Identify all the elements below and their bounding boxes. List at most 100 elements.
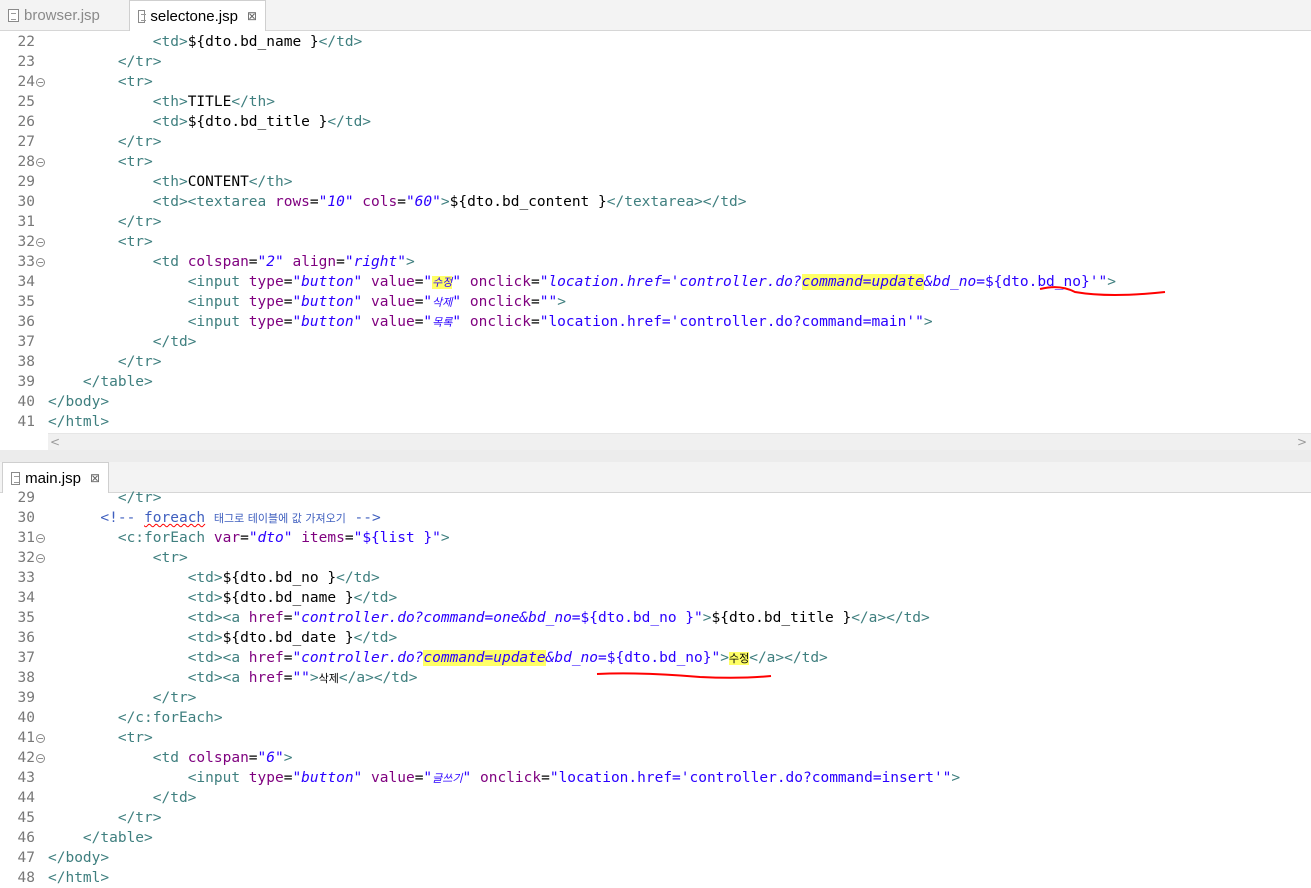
code-line[interactable]: 36 <td>${dto.bd_date }</td> — [0, 628, 1311, 648]
code-line[interactable]: 32− <tr> — [0, 232, 1311, 252]
bottom-code-editor[interactable]: 29 </tr> 30 <!-- foreach 태그로 테이블에 값 가져오기 … — [0, 488, 1311, 888]
code-line[interactable]: 35 <td><a href="controller.do?command=on… — [0, 608, 1311, 628]
line-number: 33 — [17, 570, 35, 586]
code-text: <td><a href="controller.do?command=updat… — [48, 648, 828, 669]
code-token: <tr> — [117, 74, 153, 90]
code-line[interactable]: 40 </c:forEach> — [0, 708, 1311, 728]
code-token: rows — [274, 194, 310, 210]
code-token: > — [702, 610, 712, 626]
code-token: " — [694, 610, 703, 626]
code-line[interactable]: 38 <td><a href="">삭제</a></td> — [0, 668, 1311, 688]
code-line[interactable]: 47 </body> — [0, 848, 1311, 868]
code-line[interactable]: 43 <input type="button" value="글쓰기" oncl… — [0, 768, 1311, 788]
fold-toggle-icon[interactable]: − — [36, 78, 45, 87]
code-line[interactable]: 40 </body> — [0, 392, 1311, 412]
code-text: <input type="button" value="삭제" onclick=… — [48, 292, 566, 313]
code-token: <td><a — [187, 670, 249, 686]
code-token: </td> — [336, 570, 380, 586]
code-line[interactable]: 44 </td> — [0, 788, 1311, 808]
code-line[interactable]: 45 </tr> — [0, 808, 1311, 828]
code-line[interactable]: 38 </tr> — [0, 352, 1311, 372]
code-line[interactable]: 34 <td>${dto.bd_name }</td> — [0, 588, 1311, 608]
code-token: </th> — [248, 174, 293, 190]
line-number: 43 — [17, 770, 35, 786]
code-token: onclick — [480, 770, 542, 786]
code-token: <th> — [152, 174, 188, 190]
code-line[interactable]: 28− <tr> — [0, 152, 1311, 172]
code-line[interactable]: 39 </table> — [0, 372, 1311, 392]
code-line[interactable]: 37 <td><a href="controller.do?command=up… — [0, 648, 1311, 668]
line-number: 39 — [17, 690, 35, 706]
code-token: </tr> — [117, 810, 162, 826]
code-line[interactable]: 23 </tr> — [0, 52, 1311, 72]
code-line[interactable]: 36 <input type="button" value="목록" oncli… — [0, 312, 1311, 332]
code-line[interactable]: 27 </tr> — [0, 132, 1311, 152]
tab-selectone-jsp[interactable]: selectone.jsp ⊠ — [129, 0, 266, 31]
scroll-right-arrow-icon[interactable]: > — [1297, 435, 1307, 449]
code-token: <td> — [152, 34, 188, 50]
code-line[interactable]: 22 <td>${dto.bd_name }</td> — [0, 32, 1311, 52]
code-line[interactable]: 37 </td> — [0, 332, 1311, 352]
line-number: 27 — [17, 134, 35, 150]
code-line[interactable]: 24− <tr> — [0, 72, 1311, 92]
code-token: &bd_no= — [545, 650, 607, 666]
tab-browser-jsp[interactable]: browser.jsp — [0, 0, 120, 30]
code-token: </tr> — [117, 354, 162, 370]
code-token: </tr> — [117, 54, 162, 70]
code-line[interactable]: 33− <td colspan="2" align="right"> — [0, 252, 1311, 272]
close-tab-icon[interactable]: ⊠ — [247, 9, 257, 23]
line-number: 33 — [17, 254, 35, 270]
code-token: ${dto.bd_name } — [222, 590, 354, 606]
code-line[interactable]: 35 <input type="button" value="삭제" oncli… — [0, 292, 1311, 312]
fold-toggle-icon[interactable]: − — [36, 158, 45, 167]
code-line[interactable]: 48 </html> — [0, 868, 1311, 888]
code-line[interactable]: 41− <tr> — [0, 728, 1311, 748]
line-number: 28 — [17, 154, 35, 170]
code-line[interactable]: 41 </html> — [0, 412, 1311, 432]
code-token: </tr> — [117, 490, 162, 506]
top-code-editor[interactable]: 22 <td>${dto.bd_name }</td> 23 </tr> 24− <… — [0, 32, 1311, 432]
code-line[interactable]: 26 <td>${dto.bd_title }</td> — [0, 112, 1311, 132]
fold-toggle-icon[interactable]: − — [36, 754, 45, 763]
fold-toggle-icon[interactable]: − — [36, 554, 45, 563]
code-text: </body> — [48, 392, 109, 412]
code-token: <td><a — [187, 610, 249, 626]
code-line[interactable]: 46 </table> — [0, 828, 1311, 848]
close-tab-icon[interactable]: ⊠ — [90, 471, 100, 485]
code-line[interactable]: 32− <tr> — [0, 548, 1311, 568]
code-line[interactable]: 33 <td>${dto.bd_no }</td> — [0, 568, 1311, 588]
code-line[interactable]: 31 </tr> — [0, 212, 1311, 232]
code-token: > — [405, 254, 415, 270]
code-line[interactable]: 30 <!-- foreach 태그로 테이블에 값 가져오기 --> — [0, 508, 1311, 528]
code-text: <th>TITLE</th> — [48, 92, 275, 112]
top-editor-tabbar: browser.jsp selectone.jsp ⊠ — [0, 0, 1311, 31]
fold-toggle-icon[interactable]: − — [36, 238, 45, 247]
code-line[interactable]: 39 </tr> — [0, 688, 1311, 708]
horizontal-scrollbar[interactable]: < > — [48, 433, 1311, 450]
code-token: type — [248, 294, 284, 310]
code-line[interactable]: 30 <td><textarea rows="10" cols="60">${d… — [0, 192, 1311, 212]
code-line[interactable]: 29 <th>CONTENT</th> — [0, 172, 1311, 192]
line-number: 41 — [17, 414, 35, 430]
code-text: </tr> — [48, 488, 162, 508]
code-line[interactable]: 34 <input type="button" value="수정" oncli… — [0, 272, 1311, 292]
fold-toggle-icon[interactable]: − — [36, 534, 45, 543]
code-line[interactable]: 42− <td colspan="6"> — [0, 748, 1311, 768]
fold-toggle-icon[interactable]: − — [36, 258, 45, 267]
scroll-left-arrow-icon[interactable]: < — [50, 435, 60, 449]
editor-divider[interactable] — [0, 450, 1311, 462]
code-line[interactable]: 31− <c:forEach var="dto" items="${list }… — [0, 528, 1311, 548]
code-token: <td — [152, 254, 188, 270]
code-line[interactable]: 25 <th>TITLE</th> — [0, 92, 1311, 112]
code-token: "button" — [292, 314, 363, 330]
code-line[interactable]: 29 </tr> — [0, 488, 1311, 508]
code-token: > — [557, 294, 566, 310]
code-token: "controller.do? — [292, 650, 424, 666]
fold-toggle-icon[interactable]: − — [36, 734, 45, 743]
